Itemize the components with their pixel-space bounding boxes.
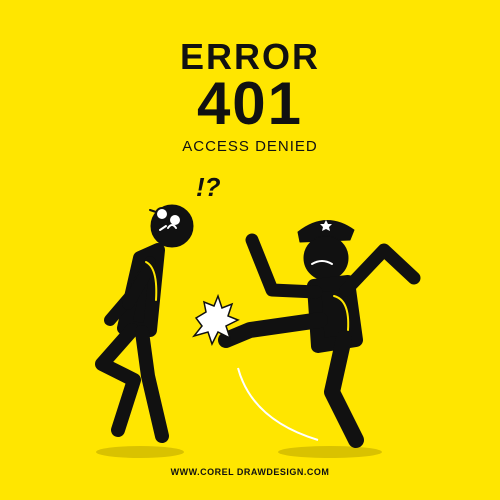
victim-shadow xyxy=(96,446,184,458)
officer-standing-leg xyxy=(324,330,364,448)
footer-credit: WWW.COREL DRAWDESIGN.COM xyxy=(170,467,330,477)
victim-back-leg xyxy=(95,323,141,437)
victim-figure xyxy=(95,204,194,443)
kick-motion-arc xyxy=(237,367,319,441)
officer-shadow xyxy=(278,446,382,458)
kick-illustration xyxy=(95,204,421,458)
officer-figure xyxy=(218,220,421,448)
officer-kick-leg xyxy=(218,312,328,348)
surprise-mark: !? xyxy=(196,172,221,202)
error-page: ERROR 401 ACCESS DENIED !? WWW.COREL DRA… xyxy=(0,0,500,500)
victim-front-leg xyxy=(135,325,169,443)
officer-head xyxy=(303,235,349,281)
